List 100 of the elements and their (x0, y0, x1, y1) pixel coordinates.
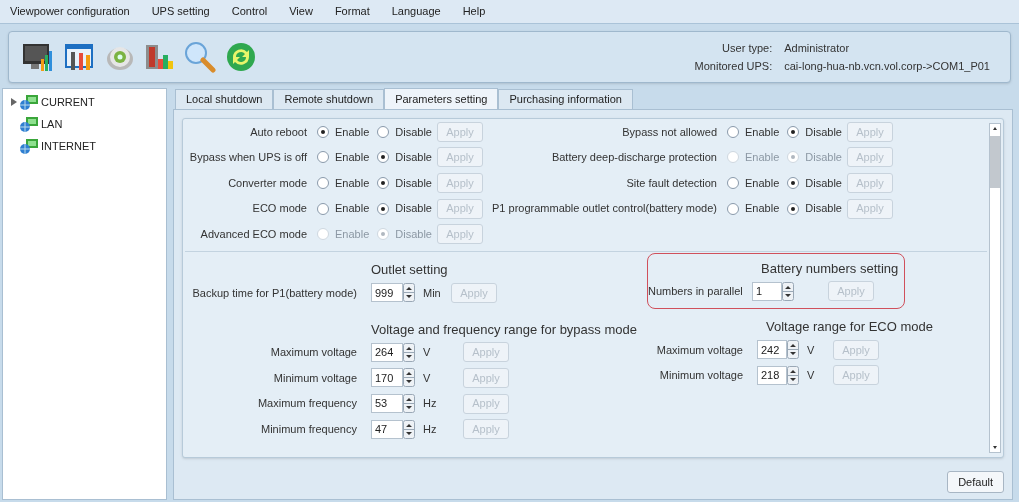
radio-label: Disable (395, 150, 432, 166)
radio-button[interactable] (727, 125, 739, 138)
radio-label: Disable (395, 226, 432, 242)
radio-label: Enable (745, 175, 780, 191)
option-label: Bypass when UPS is off (188, 150, 308, 166)
radio-button[interactable] (317, 151, 329, 164)
info-value: Administrator (784, 40, 851, 56)
section-heading: Voltage and frequency range for bypass mode (371, 320, 638, 339)
field-label: Minimum voltage (658, 368, 744, 384)
menu-item[interactable]: Language (391, 3, 441, 20)
monitor-chart-icon[interactable] (21, 41, 55, 73)
tree-item[interactable]: INTERNET (3, 135, 166, 157)
default-button[interactable]: Default (947, 471, 1004, 493)
menu-item[interactable]: Format (334, 3, 370, 20)
section-heading: Voltage range for ECO mode (766, 318, 933, 336)
spinner-arrows-icon[interactable] (403, 394, 415, 414)
unit-label: Hz (423, 396, 438, 412)
radio-label: Enable (335, 201, 370, 217)
unit-label: V (423, 345, 432, 361)
radio-label: Enable (745, 150, 780, 166)
spinner-arrows-icon[interactable] (403, 419, 415, 439)
radio-label: Disable (805, 201, 842, 217)
option-label: Site fault detection (625, 175, 718, 191)
radio-button[interactable] (377, 151, 390, 164)
radio-label: Disable (395, 201, 432, 217)
unit-label: Hz (423, 421, 438, 437)
menu-item[interactable]: Viewpower configuration (10, 3, 130, 20)
option-label: Bypass not allowed (621, 124, 718, 140)
unit-label: Min (423, 285, 442, 301)
option-label: Auto reboot (249, 124, 308, 140)
radio-button[interactable] (377, 125, 390, 138)
number-field[interactable]: 242 (757, 340, 787, 360)
option-label: Battery deep-discharge protection (550, 150, 718, 166)
number-field[interactable]: 264 (371, 342, 403, 362)
radio-button[interactable] (377, 202, 390, 215)
radio-button[interactable] (787, 125, 800, 138)
spinner-arrows-icon[interactable] (787, 340, 799, 360)
tab[interactable]: Purchasing information (498, 89, 633, 109)
menu-item[interactable]: Control (231, 3, 268, 20)
scrollbar[interactable] (989, 123, 1001, 453)
section-heading: Battery numbers setting (761, 260, 900, 278)
tree-label: CURRENT (41, 94, 95, 110)
radio-label: Disable (395, 175, 432, 191)
radio-label: Enable (335, 124, 370, 140)
field-label: Backup time for P1(battery mode) (191, 285, 358, 301)
field-label: Minimum frequency (260, 421, 358, 437)
field-label: Maximum frequency (256, 396, 358, 412)
radio-label: Disable (805, 150, 842, 166)
spinner-arrows-icon[interactable] (403, 368, 415, 388)
radio-button[interactable] (317, 125, 329, 138)
tree-label: LAN (41, 116, 63, 132)
expand-arrow-icon[interactable] (11, 98, 17, 106)
tab[interactable]: Remote shutdown (273, 89, 385, 109)
spinner-arrows-icon[interactable] (782, 281, 794, 301)
info-label: Monitored UPS: (694, 59, 773, 74)
radio-button[interactable] (317, 177, 329, 189)
spinner-arrows-icon[interactable] (403, 283, 415, 303)
radio-label: Disable (395, 124, 432, 140)
field-label: Numbers in parallel (648, 283, 744, 299)
spinner-arrows-icon[interactable] (787, 365, 799, 385)
scroll-thumb[interactable] (990, 136, 1000, 188)
radio-label: Enable (335, 150, 370, 166)
radio-button[interactable] (377, 177, 390, 189)
radio-label: Enable (335, 226, 370, 242)
menu-item[interactable]: Help (462, 3, 486, 20)
radio-label: Enable (745, 201, 780, 217)
tree-item[interactable]: CURRENT (3, 91, 166, 113)
number-field[interactable]: 218 (757, 365, 787, 385)
unit-label: V (423, 370, 432, 386)
refresh-icon[interactable] (225, 41, 257, 73)
tab[interactable]: Parameters setting (384, 88, 499, 109)
radio-label: Disable (805, 175, 842, 191)
field-label: Maximum voltage (655, 342, 744, 358)
radio-button[interactable] (727, 202, 739, 215)
option-label: P1 programmable outlet control(battery mode) (491, 201, 718, 217)
number-field[interactable]: 47 (371, 419, 403, 439)
unit-label: V (807, 342, 816, 358)
radio-button[interactable] (317, 202, 329, 215)
option-label: ECO mode (251, 201, 308, 217)
menu-item[interactable]: View (289, 3, 313, 20)
tree-item[interactable]: LAN (3, 113, 166, 135)
menu-item[interactable]: UPS setting (151, 3, 210, 20)
radio-button[interactable] (727, 177, 739, 189)
number-field[interactable]: 1 (752, 281, 782, 301)
field-label: Maximum voltage (269, 345, 358, 361)
radio-label: Enable (745, 124, 780, 140)
tree-label: INTERNET (41, 138, 96, 154)
option-label: Advanced ECO mode (199, 226, 308, 242)
radio-button[interactable] (787, 177, 800, 189)
radio-button[interactable] (787, 202, 800, 215)
tab[interactable]: Local shutdown (175, 89, 274, 109)
option-label: Converter mode (227, 175, 308, 191)
spinner-arrows-icon[interactable] (403, 342, 415, 362)
number-field[interactable]: 170 (371, 368, 403, 388)
network-computer-icon (19, 94, 39, 110)
number-field[interactable]: 53 (371, 394, 403, 414)
number-field[interactable]: 999 (371, 283, 403, 303)
field-label: Minimum voltage (272, 370, 358, 386)
section-heading: Outlet setting (371, 261, 449, 279)
network-computer-icon (19, 138, 39, 154)
